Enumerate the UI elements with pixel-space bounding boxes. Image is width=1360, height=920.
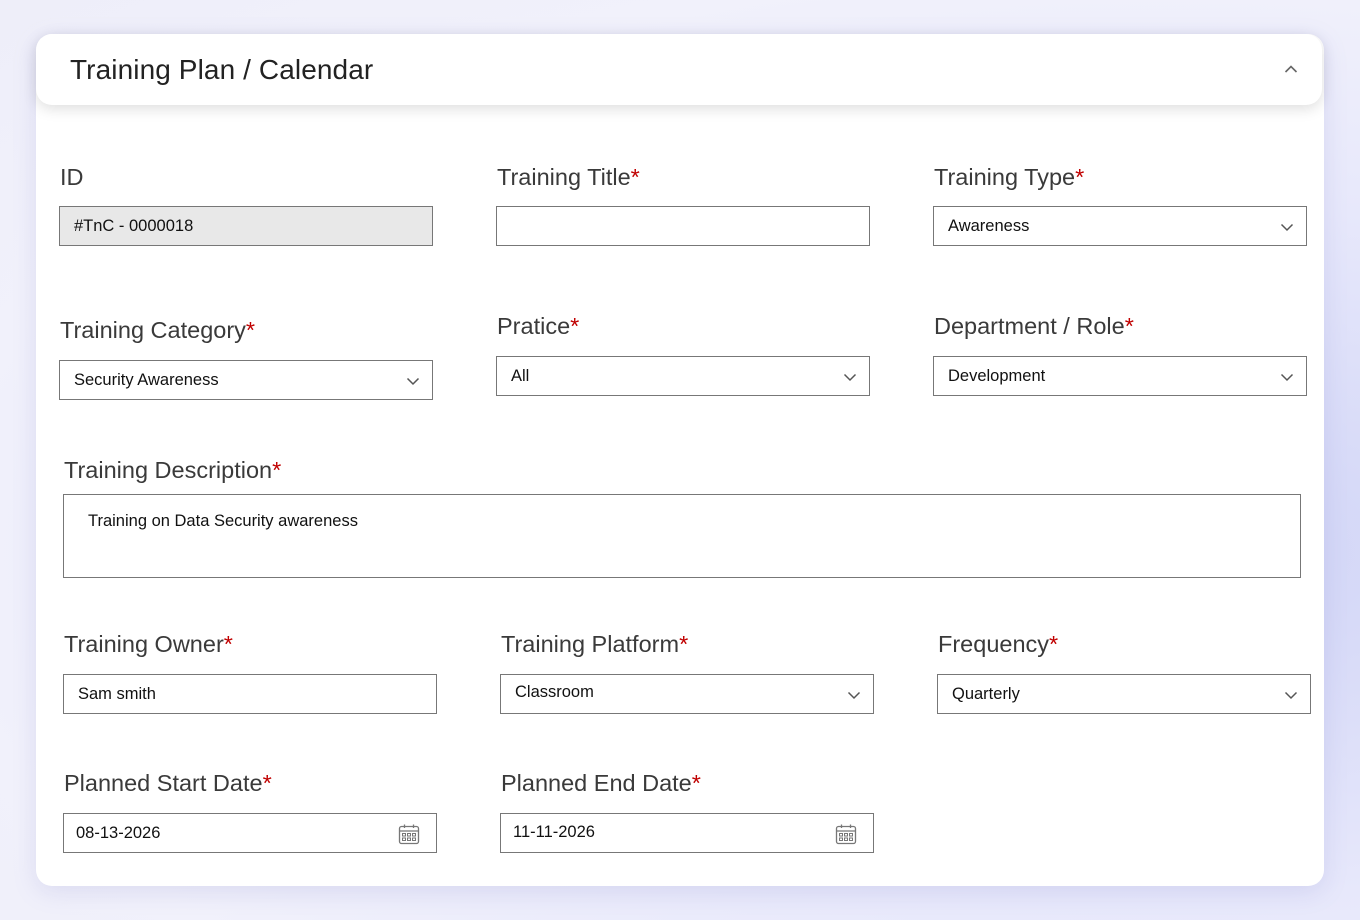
chevron-down-icon <box>406 377 420 386</box>
training-type-select[interactable]: Awareness <box>933 206 1307 246</box>
training-owner-label: Training Owner* <box>64 631 233 657</box>
training-type-label: Training Type* <box>934 164 1085 190</box>
planned-end-date-input[interactable]: 11-11-2026 <box>500 813 874 853</box>
chevron-down-icon <box>1280 223 1294 232</box>
training-title-label: Training Title* <box>497 164 640 190</box>
practice-select[interactable]: All <box>496 356 870 396</box>
frequency-select[interactable]: Quarterly <box>937 674 1311 714</box>
training-platform-select[interactable]: Classroom <box>500 674 874 714</box>
training-description-textarea[interactable]: Training on Data Security awareness <box>63 494 1301 578</box>
training-description-label: Training Description* <box>64 457 282 483</box>
chevron-down-icon <box>843 373 857 382</box>
page-title: Training Plan / Calendar <box>70 54 374 85</box>
training-description-text: Training on Data Security awareness <box>88 512 358 530</box>
frequency-label: Frequency* <box>938 631 1059 657</box>
training-title-text[interactable] <box>511 207 869 245</box>
planned-end-date-label: Planned End Date* <box>501 770 701 796</box>
department-role-select[interactable]: Development <box>933 356 1307 396</box>
id-field: #TnC - 0000018 <box>59 206 433 246</box>
id-label: ID <box>60 164 84 190</box>
planned-start-date-label: Planned Start Date* <box>64 770 272 796</box>
training-title-input[interactable] <box>496 206 870 246</box>
chevron-up-icon <box>1284 65 1298 73</box>
chevron-down-icon <box>1284 691 1298 700</box>
chevron-down-icon <box>847 691 861 700</box>
training-category-label: Training Category* <box>60 317 256 343</box>
practice-label: Pratice* <box>497 313 580 339</box>
training-category-select[interactable]: Security Awareness <box>59 360 433 400</box>
chevron-down-icon <box>1280 373 1294 382</box>
training-owner-input[interactable]: Sam smith <box>63 674 437 714</box>
card-header: Training Plan / Calendar <box>36 34 1322 105</box>
planned-start-date-input[interactable]: 08-13-2026 <box>63 813 437 853</box>
training-plan-card: Training Plan / Calendar ID #TnC - 00000… <box>36 34 1324 886</box>
collapse-button[interactable] <box>1280 58 1302 80</box>
calendar-icon[interactable] <box>398 823 420 845</box>
calendar-icon[interactable] <box>835 823 857 845</box>
department-role-label: Department / Role* <box>934 313 1134 339</box>
training-platform-label: Training Platform* <box>501 631 689 657</box>
